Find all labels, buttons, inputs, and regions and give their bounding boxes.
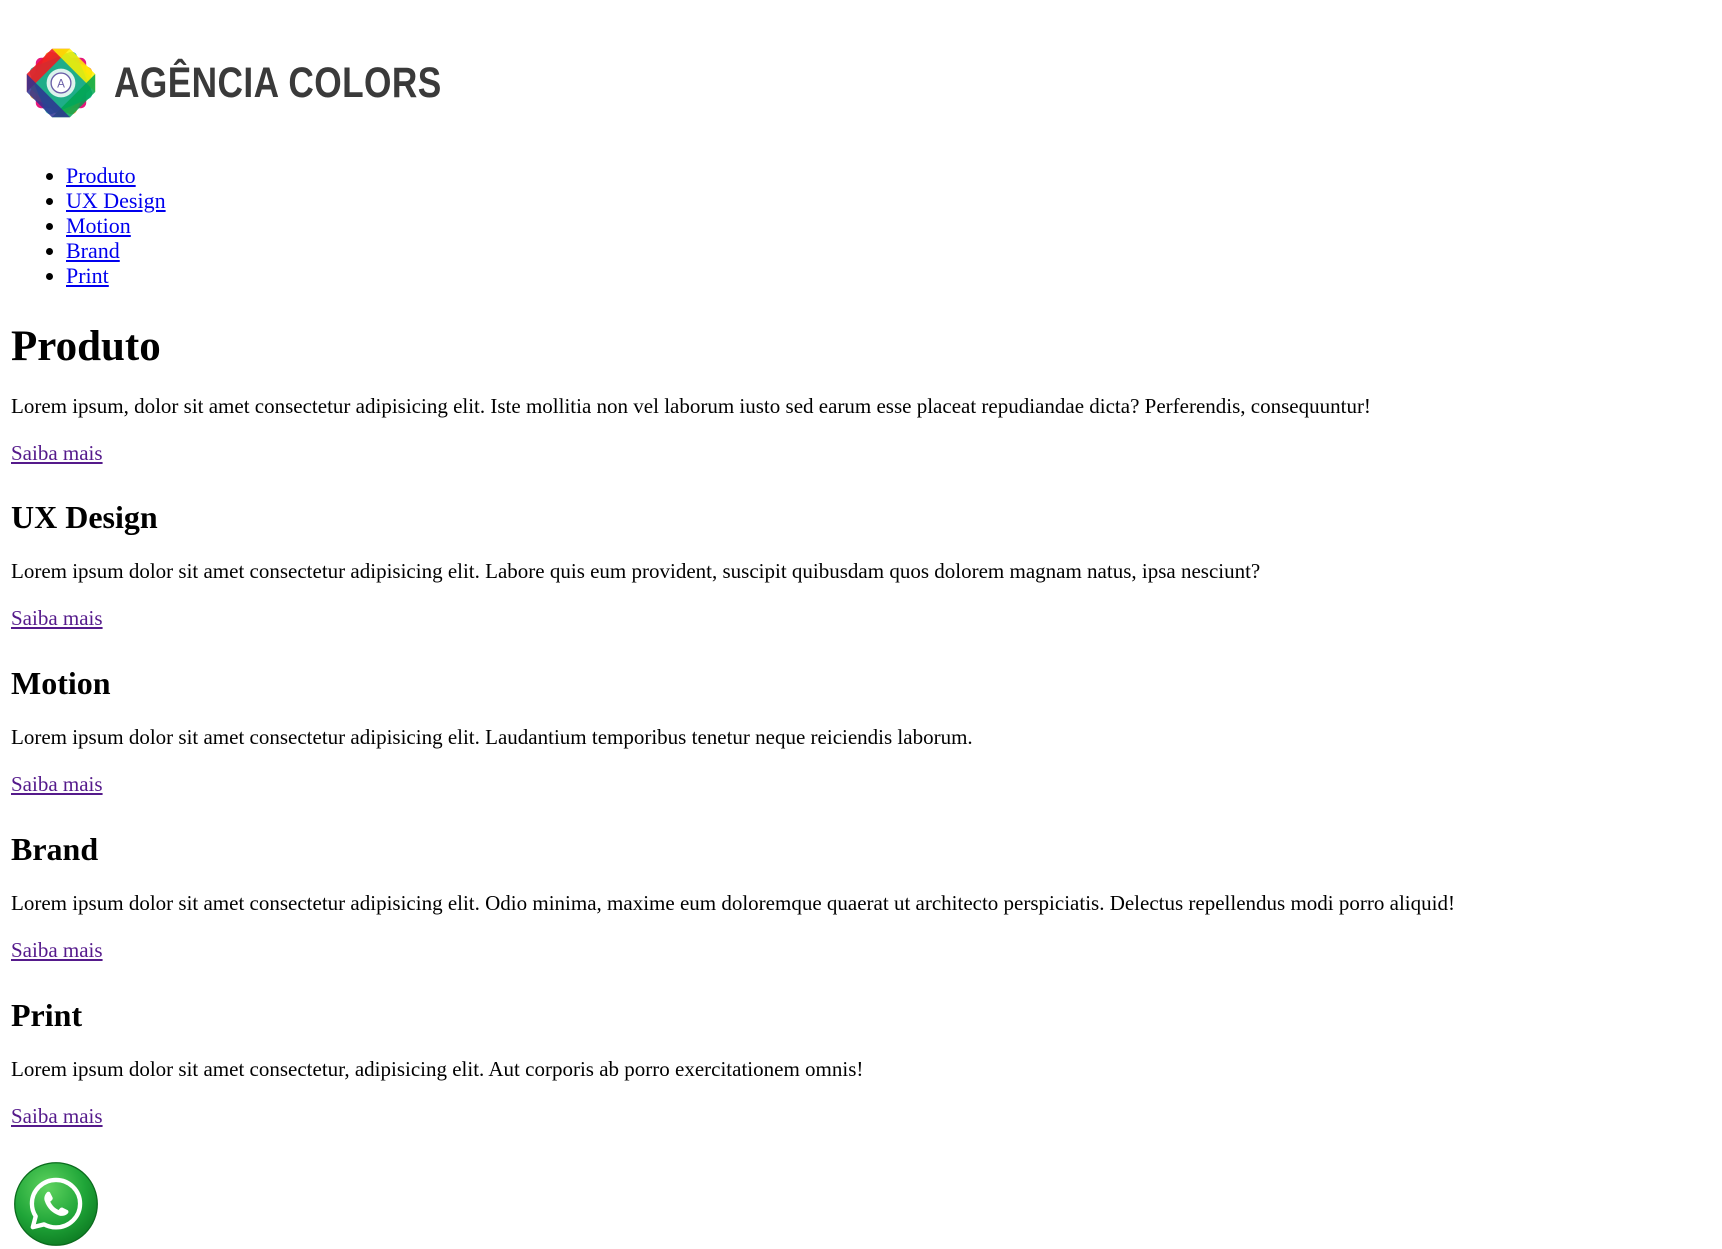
section-title: Produto — [11, 323, 161, 370]
section-text: Lorem ipsum dolor sit amet consectetur a… — [11, 559, 1261, 583]
nav-link-motion[interactable]: Motion — [66, 213, 131, 238]
section-text: Lorem ipsum, dolor sit amet consectetur … — [11, 394, 1371, 418]
section-title: UX Design — [11, 499, 158, 535]
section-motion: Motion Lorem ipsum dolor sit amet consec… — [11, 664, 1701, 797]
nav-link-brand[interactable]: Brand — [66, 238, 120, 263]
nav-item-produto: Produto — [66, 163, 166, 188]
saiba-mais-link-produto[interactable]: Saiba mais — [11, 440, 103, 466]
section-text: Lorem ipsum dolor sit amet consectetur a… — [11, 725, 973, 749]
section-text: Lorem ipsum dolor sit amet consectetur, … — [11, 1057, 864, 1081]
logo-text: AGÊNCIA COLORS — [114, 58, 442, 107]
section-title: Print — [11, 997, 83, 1033]
nav-item-motion: Motion — [66, 213, 166, 238]
nav-item-print: Print — [66, 263, 166, 288]
saiba-mais-link-print[interactable]: Saiba mais — [11, 1103, 103, 1129]
saiba-mais-link-motion[interactable]: Saiba mais — [11, 771, 103, 797]
section-title: Brand — [11, 831, 99, 867]
section-title: Motion — [11, 665, 111, 701]
saiba-mais-link-brand[interactable]: Saiba mais — [11, 937, 103, 963]
nav-link-produto[interactable]: Produto — [66, 163, 136, 188]
whatsapp-icon[interactable] — [13, 1161, 99, 1247]
section-produto: Produto Lorem ipsum, dolor sit amet cons… — [11, 322, 1701, 466]
nav-item-ux-design: UX Design — [66, 188, 166, 213]
svg-text:A: A — [57, 78, 65, 91]
section-text: Lorem ipsum dolor sit amet consectetur a… — [11, 891, 1455, 915]
nav-item-brand: Brand — [66, 238, 166, 263]
nav-link-ux-design[interactable]: UX Design — [66, 188, 166, 213]
page: A AGÊNCIA COLORS Produto UX Design Motio… — [0, 0, 1722, 1249]
nav-link-print[interactable]: Print — [66, 263, 109, 288]
section-brand: Brand Lorem ipsum dolor sit amet consect… — [11, 830, 1701, 963]
section-print: Print Lorem ipsum dolor sit amet consect… — [11, 996, 1701, 1129]
saiba-mais-link-ux-design[interactable]: Saiba mais — [11, 605, 103, 631]
main-nav: Produto UX Design Motion Brand Print — [0, 163, 166, 288]
section-ux-design: UX Design Lorem ipsum dolor sit amet con… — [11, 498, 1701, 631]
colorful-flower-logo-icon: A — [26, 48, 96, 118]
logo[interactable]: A AGÊNCIA COLORS — [16, 38, 514, 128]
